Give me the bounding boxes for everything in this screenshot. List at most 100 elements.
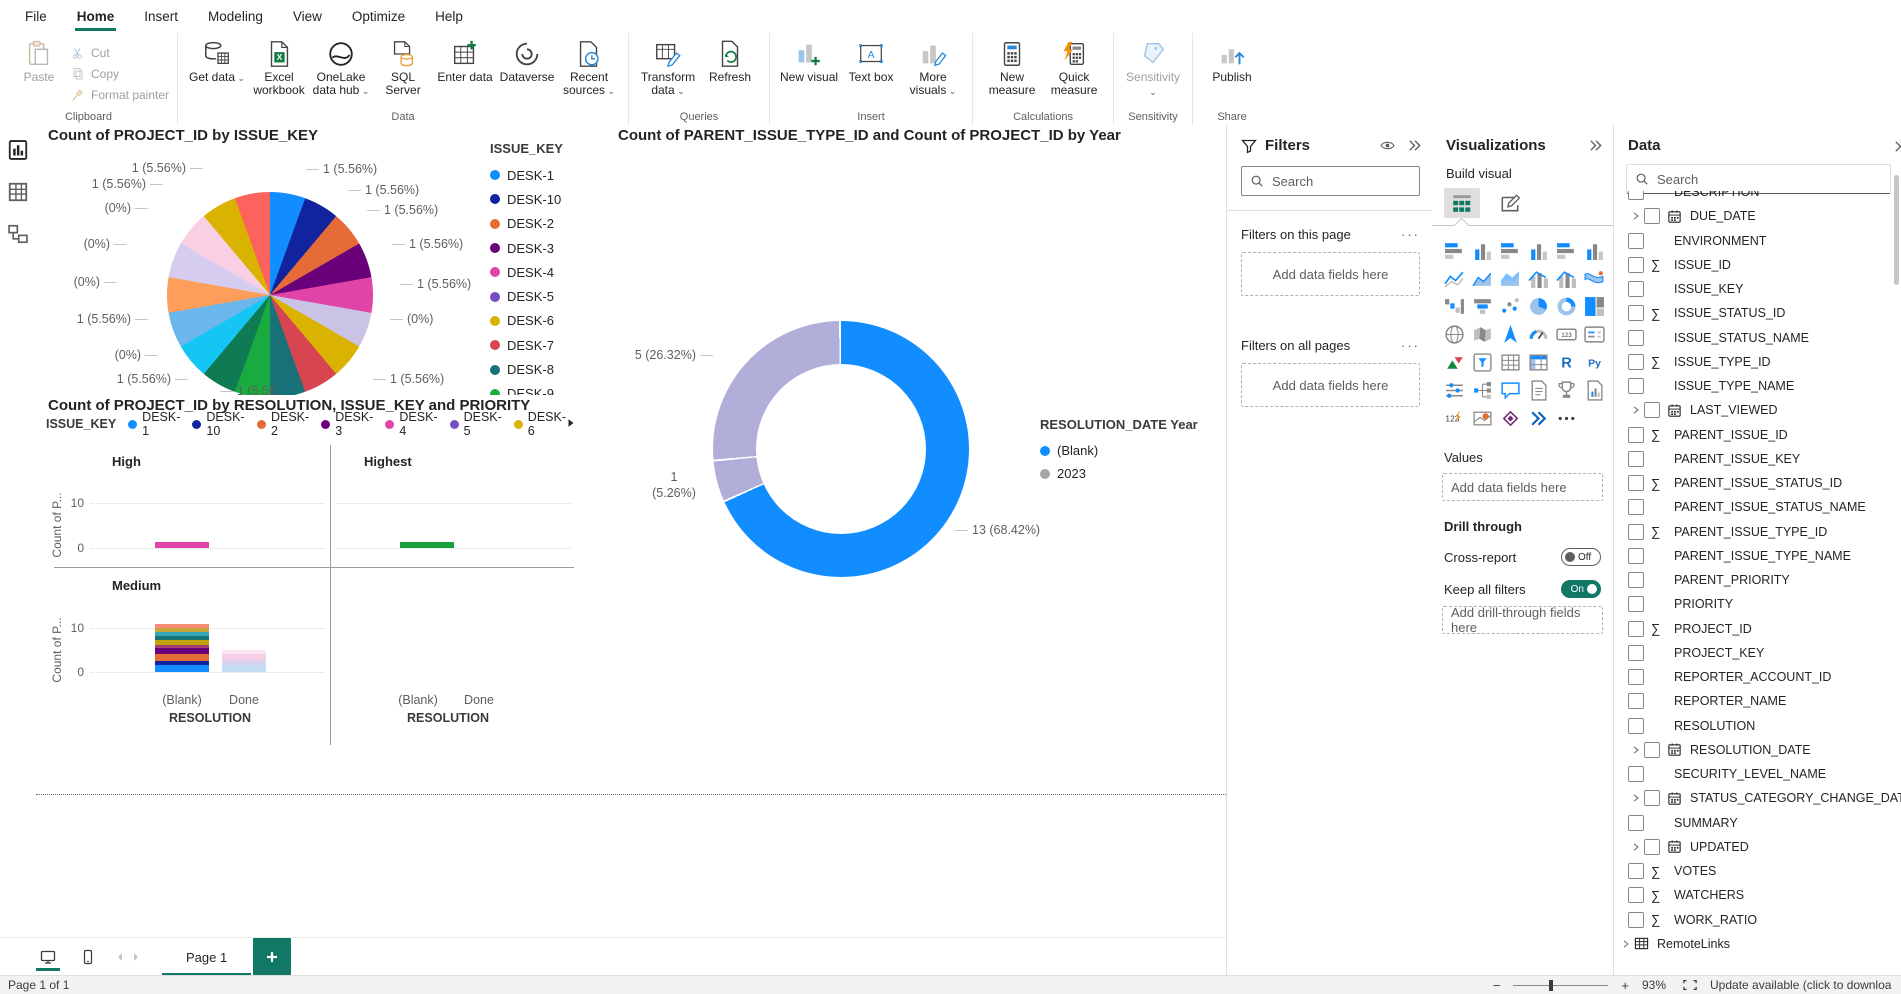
visual-type-button[interactable] bbox=[1552, 320, 1580, 348]
field-row[interactable]: ∑ ISSUE_TYPE_ID bbox=[1614, 350, 1901, 374]
field-checkbox[interactable] bbox=[1628, 621, 1644, 637]
ribbon-button[interactable]: Text box bbox=[840, 36, 902, 98]
previous-page-icon[interactable] bbox=[114, 953, 122, 961]
legend-item[interactable]: DESK-6 bbox=[490, 309, 602, 333]
expand-chevron-icon[interactable] bbox=[1628, 793, 1644, 803]
bar-high-Blank[interactable] bbox=[155, 542, 209, 548]
field-checkbox[interactable] bbox=[1628, 669, 1644, 685]
fit-to-page-icon[interactable] bbox=[1683, 979, 1697, 991]
zoom-in-button[interactable]: + bbox=[1621, 978, 1629, 993]
visual-type-button[interactable] bbox=[1580, 376, 1608, 404]
field-checkbox[interactable] bbox=[1644, 742, 1660, 758]
field-row[interactable]: DUE_DATE bbox=[1614, 204, 1901, 228]
visual-type-button[interactable] bbox=[1496, 292, 1524, 320]
field-checkbox[interactable] bbox=[1644, 790, 1660, 806]
field-row[interactable]: ISSUE_TYPE_NAME bbox=[1614, 374, 1901, 398]
visual-type-button[interactable] bbox=[1440, 348, 1468, 376]
ribbon-button[interactable]: Sensitivity ⌄ bbox=[1122, 36, 1184, 99]
field-row[interactable]: PARENT_ISSUE_STATUS_NAME bbox=[1614, 495, 1901, 519]
legend-item[interactable]: DESK-5 bbox=[490, 284, 602, 308]
field-checkbox[interactable] bbox=[1628, 475, 1644, 491]
visual-type-button[interactable] bbox=[1468, 292, 1496, 320]
menu-item[interactable]: Home bbox=[62, 0, 130, 33]
field-row[interactable]: ∑ WATCHERS bbox=[1614, 883, 1901, 907]
field-checkbox[interactable] bbox=[1628, 693, 1644, 709]
field-row[interactable]: ∑ PARENT_ISSUE_ID bbox=[1614, 423, 1901, 447]
visual-type-button[interactable] bbox=[1440, 320, 1468, 348]
visual-type-button[interactable] bbox=[1440, 292, 1468, 320]
field-checkbox[interactable] bbox=[1628, 596, 1644, 612]
visual-type-button[interactable] bbox=[1468, 376, 1496, 404]
ribbon-button[interactable]: New measure bbox=[981, 36, 1043, 97]
field-checkbox[interactable] bbox=[1628, 645, 1644, 661]
legend-item[interactable]: DESK-10 bbox=[192, 415, 245, 433]
field-checkbox[interactable] bbox=[1628, 815, 1644, 831]
keep-all-filters-toggle[interactable]: On bbox=[1561, 580, 1601, 598]
menu-item[interactable]: File bbox=[10, 0, 62, 33]
ribbon-button[interactable]: OneLake data hub ⌄ bbox=[310, 36, 372, 98]
field-checkbox[interactable] bbox=[1628, 427, 1644, 443]
clipboard-small-button[interactable]: Cut bbox=[70, 42, 169, 63]
field-checkbox[interactable] bbox=[1628, 718, 1644, 734]
next-page-icon[interactable] bbox=[134, 953, 142, 961]
field-row[interactable]: ∑ PARENT_ISSUE_STATUS_ID bbox=[1614, 471, 1901, 495]
field-checkbox[interactable] bbox=[1628, 912, 1644, 928]
menu-item[interactable]: Help bbox=[420, 0, 478, 33]
legend-item[interactable]: DESK-1 bbox=[490, 163, 602, 187]
legend-item[interactable]: DESK-6 bbox=[514, 415, 566, 433]
legend-item[interactable]: DESK-3 bbox=[490, 236, 602, 260]
visual-type-button[interactable] bbox=[1552, 376, 1580, 404]
donut-chart-visual[interactable]: Count of PARENT_ISSUE_TYPE_ID and Count … bbox=[612, 125, 1226, 583]
ribbon-button[interactable]: New visual bbox=[778, 36, 840, 98]
menu-item[interactable]: Modeling bbox=[193, 0, 278, 33]
field-row[interactable]: ∑ ISSUE_STATUS_ID bbox=[1614, 301, 1901, 325]
ribbon-button[interactable]: Get data ⌄ bbox=[186, 36, 248, 98]
legend-item[interactable]: DESK-1 bbox=[128, 415, 180, 433]
visual-type-button[interactable] bbox=[1496, 404, 1524, 432]
desktop-layout-button[interactable] bbox=[28, 938, 68, 976]
field-checkbox[interactable] bbox=[1628, 451, 1644, 467]
visual-type-button[interactable] bbox=[1524, 236, 1552, 264]
zoom-slider-handle[interactable] bbox=[1549, 980, 1553, 991]
more-options-icon[interactable]: ··· bbox=[1401, 227, 1420, 242]
field-checkbox[interactable] bbox=[1628, 305, 1644, 321]
legend-item[interactable]: DESK-4 bbox=[490, 260, 602, 284]
field-row[interactable]: SUMMARY bbox=[1614, 811, 1901, 835]
paste-button[interactable]: Paste bbox=[8, 36, 70, 84]
filters-search-input[interactable]: Search bbox=[1241, 166, 1420, 196]
bar-chart-visual[interactable]: Count of PROJECT_ID by RESOLUTION, ISSUE… bbox=[42, 395, 582, 747]
menu-item[interactable]: Insert bbox=[129, 0, 193, 33]
field-row[interactable]: PARENT_ISSUE_TYPE_NAME bbox=[1614, 544, 1901, 568]
scrollbar[interactable] bbox=[1894, 175, 1899, 285]
report-canvas[interactable]: Count of PROJECT_ID by ISSUE_KEY 1 (5.56… bbox=[36, 125, 1226, 937]
visual-type-button[interactable] bbox=[1496, 348, 1524, 376]
cross-report-toggle[interactable]: Off bbox=[1561, 548, 1601, 566]
collapse-pane-icon[interactable] bbox=[1407, 138, 1422, 153]
field-checkbox[interactable] bbox=[1628, 863, 1644, 879]
legend-item[interactable]: DESK-7 bbox=[490, 333, 602, 357]
ribbon-button[interactable]: Transform data ⌄ bbox=[637, 36, 699, 98]
ribbon-button[interactable]: Enter data bbox=[434, 36, 496, 98]
new-page-button[interactable] bbox=[253, 938, 291, 976]
filters-all-dropzone[interactable]: Add data fields here bbox=[1241, 363, 1420, 407]
report-view-button[interactable] bbox=[7, 139, 29, 161]
field-row[interactable]: ISSUE_STATUS_NAME bbox=[1614, 326, 1901, 350]
visual-type-button[interactable] bbox=[1524, 292, 1552, 320]
visual-type-button[interactable] bbox=[1580, 348, 1608, 376]
legend-item[interactable]: DESK-2 bbox=[490, 212, 602, 236]
visual-type-button[interactable] bbox=[1496, 320, 1524, 348]
legend-scroll-right-icon[interactable] bbox=[566, 417, 576, 431]
eye-icon[interactable] bbox=[1380, 138, 1395, 153]
field-row[interactable]: PARENT_PRIORITY bbox=[1614, 568, 1901, 592]
expand-chevron-icon[interactable] bbox=[1628, 842, 1644, 852]
bar-medium-Done[interactable] bbox=[222, 650, 266, 672]
field-checkbox[interactable] bbox=[1644, 839, 1660, 855]
visual-type-button[interactable] bbox=[1468, 404, 1496, 432]
field-row[interactable]: LAST_VIEWED bbox=[1614, 398, 1901, 422]
drill-through-dropzone[interactable]: Add drill-through fields here bbox=[1442, 606, 1603, 634]
field-row[interactable]: UPDATED bbox=[1614, 835, 1901, 859]
update-notification[interactable]: Update available (click to downloa bbox=[1710, 978, 1893, 992]
visual-type-button[interactable] bbox=[1468, 264, 1496, 292]
field-row[interactable]: ∑ WORK_RATIO bbox=[1614, 908, 1901, 932]
visual-type-button[interactable] bbox=[1552, 236, 1580, 264]
